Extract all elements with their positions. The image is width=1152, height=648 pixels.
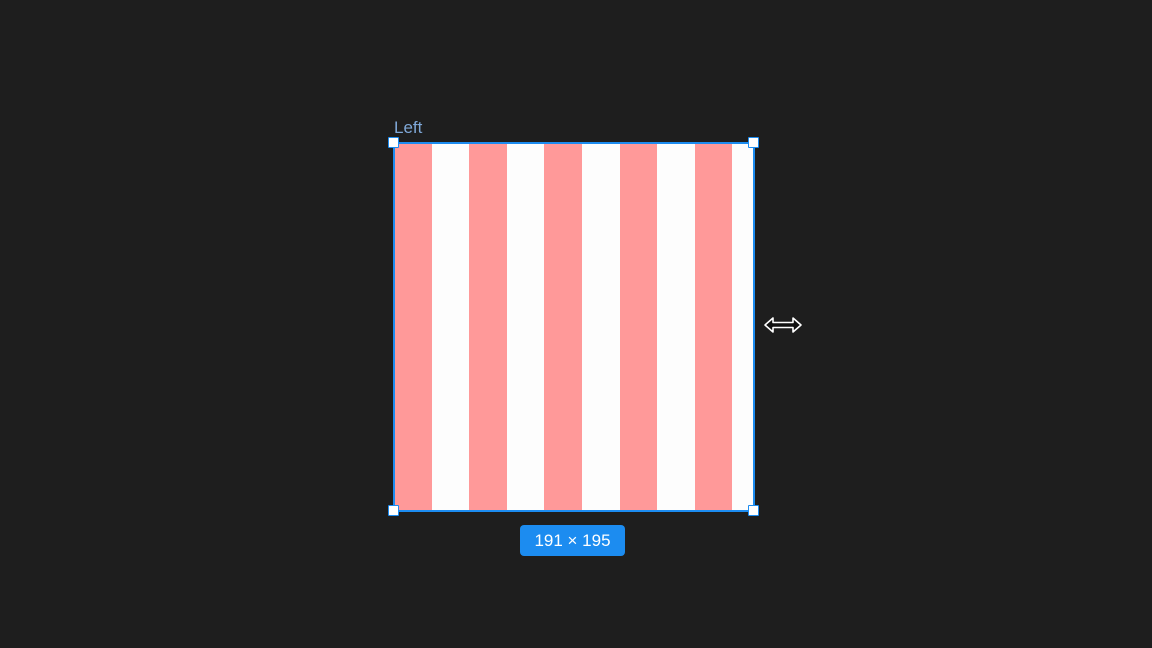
stripe-white — [506, 143, 545, 511]
horizontal-resize-icon — [764, 317, 802, 333]
stripe-pink — [619, 143, 658, 511]
resize-handle-top-left[interactable] — [388, 137, 399, 148]
stripe-white — [732, 143, 754, 511]
dimensions-badge: 191 × 195 — [520, 525, 625, 556]
design-canvas[interactable]: Left 191 × 195 — [0, 0, 1152, 648]
stripe-white — [581, 143, 620, 511]
stripe-pink — [394, 143, 432, 511]
frame-name-label[interactable]: Left — [394, 118, 422, 138]
stripe-white — [657, 143, 695, 511]
stripe-pink — [694, 143, 733, 511]
resize-handle-top-right[interactable] — [748, 137, 759, 148]
stripe-pink — [469, 143, 507, 511]
striped-frame[interactable] — [394, 143, 754, 511]
stripe-pink — [544, 143, 582, 511]
resize-handle-bottom-left[interactable] — [388, 505, 399, 516]
resize-handle-bottom-right[interactable] — [748, 505, 759, 516]
stripe-white — [431, 143, 470, 511]
